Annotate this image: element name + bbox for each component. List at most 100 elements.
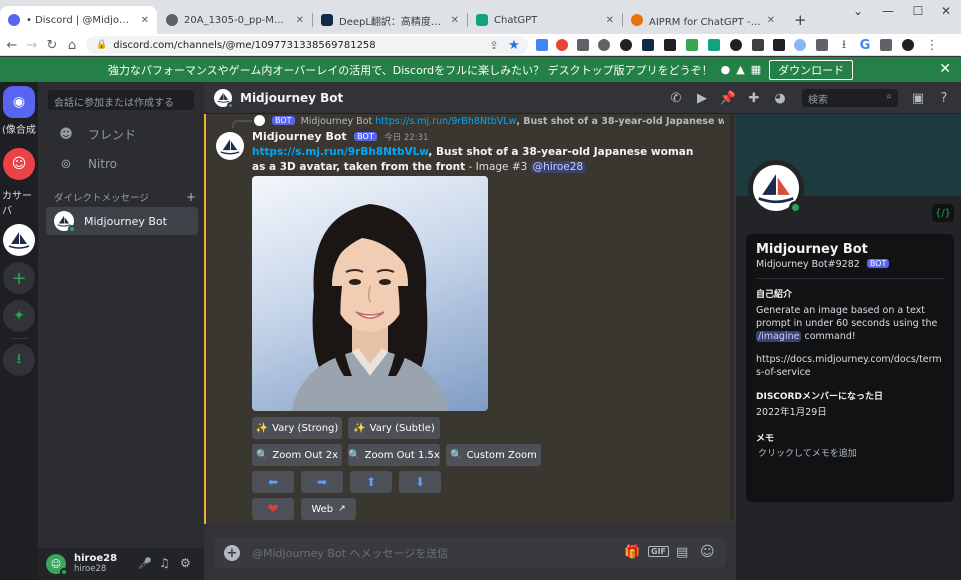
pan-left-button[interactable]: ⬅ bbox=[252, 471, 294, 493]
favorite-button[interactable]: ❤ bbox=[252, 498, 294, 520]
new-tab-button[interactable]: + bbox=[786, 6, 814, 34]
magic-wand-icon: ✨ bbox=[255, 422, 269, 434]
tab-deepl[interactable]: DeepL翻訳：高精度な翻訳ツール ✕ bbox=[313, 6, 467, 34]
extension-compass-icon[interactable] bbox=[730, 39, 742, 51]
bot-badge: BOT bbox=[272, 116, 295, 125]
url-text: discord.com/channels/@me/109773133856978… bbox=[113, 39, 376, 51]
server-image-synthesis[interactable]: (像合成 bbox=[0, 112, 38, 144]
headphones-icon[interactable]: ♫ bbox=[159, 556, 170, 570]
gif-icon[interactable]: GIF bbox=[648, 546, 670, 557]
close-window-button[interactable]: ✕ bbox=[928, 0, 961, 22]
video-call-icon[interactable]: ▶ bbox=[694, 90, 710, 106]
sticker-icon[interactable]: ▤ bbox=[676, 545, 688, 560]
profile-avatar[interactable] bbox=[748, 160, 804, 216]
zoom-out-1-5x-button[interactable]: 🔍 Zoom Out 1.5x bbox=[348, 444, 440, 466]
close-banner-icon[interactable]: ✕ bbox=[939, 61, 951, 77]
attach-plus-icon[interactable]: + bbox=[224, 545, 240, 561]
sidepanel-icon[interactable] bbox=[880, 39, 892, 51]
heart-icon: ❤ bbox=[267, 501, 279, 517]
message-input[interactable]: @Midjourney Bot へメッセージを送信 bbox=[252, 545, 448, 561]
terms-link[interactable]: https://docs.midjourney.com/docs/terms-o… bbox=[756, 353, 944, 379]
close-tab-icon[interactable]: ✕ bbox=[141, 15, 149, 26]
mute-icon[interactable]: 🎤 bbox=[138, 557, 152, 570]
extension-link-icon[interactable] bbox=[536, 39, 548, 51]
search-input[interactable]: 検索 ⌕ bbox=[802, 89, 898, 107]
tab-discord[interactable]: • Discord | @Midjourney Bot ✕ bbox=[0, 6, 157, 34]
pan-up-button[interactable]: ⬆ bbox=[350, 471, 392, 493]
extension-dots-icon[interactable] bbox=[752, 39, 764, 51]
generated-image[interactable] bbox=[252, 176, 488, 411]
server-midjourney[interactable] bbox=[3, 224, 35, 256]
forward-button[interactable]: → bbox=[24, 37, 40, 53]
download-button[interactable]: ダウンロード bbox=[769, 59, 854, 80]
explore-servers-button[interactable]: ✦ bbox=[3, 300, 35, 332]
find-conversation-input[interactable]: 会話に参加または作成する bbox=[48, 90, 194, 110]
reply-preview[interactable]: BOT Midjourney Bot https://s.mj.run/9rBh… bbox=[254, 115, 724, 127]
download-button[interactable]: ⭳ bbox=[836, 37, 852, 53]
sidebar-item-nitro[interactable]: ⊚ Nitro bbox=[46, 150, 198, 178]
add-friend-icon[interactable]: ✚ bbox=[746, 90, 762, 106]
extension-book-icon[interactable] bbox=[664, 39, 676, 51]
maximize-icon: ☐ bbox=[912, 4, 924, 18]
extension-mic-icon[interactable] bbox=[598, 39, 610, 51]
user-avatar[interactable]: ☺ bbox=[46, 554, 68, 576]
extension-square-icon[interactable] bbox=[773, 39, 785, 51]
close-tab-icon[interactable]: ✕ bbox=[451, 15, 459, 26]
bookmark-button[interactable]: ★ bbox=[506, 37, 522, 53]
dm-section-header: ダイレクトメッセージ + bbox=[54, 190, 196, 204]
extension-circle-icon[interactable] bbox=[620, 39, 632, 51]
create-dm-button[interactable]: + bbox=[186, 190, 196, 204]
download-apps-button[interactable]: ⭳ bbox=[3, 344, 35, 376]
reload-button[interactable]: ↻ bbox=[44, 37, 60, 53]
help-icon[interactable]: ? bbox=[936, 90, 952, 106]
custom-zoom-button[interactable]: 🔍 Custom Zoom bbox=[446, 444, 541, 466]
close-tab-icon[interactable]: ✕ bbox=[296, 15, 304, 26]
prompt-link[interactable]: https://s.mj.run/9rBh8NtbVLw bbox=[252, 146, 428, 158]
pan-down-button[interactable]: ⬇ bbox=[399, 471, 441, 493]
address-bar[interactable]: 🔒 discord.com/channels/@me/1097731338569… bbox=[86, 36, 528, 54]
extensions-puzzle-icon[interactable] bbox=[816, 39, 828, 51]
server-community[interactable]: カサーバ bbox=[0, 186, 38, 218]
user-mention[interactable]: @hiroe28 bbox=[530, 161, 586, 173]
tab-aiprm[interactable]: AIPRM for ChatGPT - Chrome ウ ✕ bbox=[623, 6, 783, 34]
extension-deepl-icon[interactable] bbox=[642, 39, 654, 51]
tab-image[interactable]: 20A_1305-0_pp-MS_R_cut.jpg (1 ✕ bbox=[158, 6, 312, 34]
message-composer[interactable]: + @Midjourney Bot へメッセージを送信 🎁 GIF ▤ ☺ bbox=[214, 538, 726, 568]
voice-call-icon[interactable]: ✆ bbox=[668, 90, 684, 106]
gift-icon[interactable]: 🎁 bbox=[624, 545, 640, 560]
server-robot[interactable]: ☺ bbox=[3, 148, 35, 180]
vary-subtle-button[interactable]: ✨ Vary (Subtle) bbox=[348, 417, 440, 439]
add-server-button[interactable]: + bbox=[3, 262, 35, 294]
settings-gear-icon[interactable]: ⚙ bbox=[180, 556, 191, 570]
about-text-part: command! bbox=[801, 331, 856, 342]
pan-right-button[interactable]: ➡ bbox=[301, 471, 343, 493]
dm-item-midjourney-bot[interactable]: Midjourney Bot bbox=[46, 207, 198, 235]
vary-strong-button[interactable]: ✨ Vary (Strong) bbox=[252, 417, 342, 439]
extension-chat-icon[interactable] bbox=[794, 39, 806, 51]
google-button[interactable]: G bbox=[857, 37, 873, 53]
share-button[interactable]: ⇪ bbox=[486, 37, 502, 53]
extension-chatgpt-icon[interactable] bbox=[708, 39, 720, 51]
sidebar-item-friends[interactable]: ☻ フレンド bbox=[46, 120, 198, 148]
back-button[interactable]: ← bbox=[4, 37, 20, 53]
extension-flask-icon[interactable] bbox=[556, 39, 568, 51]
message-avatar[interactable] bbox=[216, 132, 244, 160]
home-button[interactable]: ⌂ bbox=[64, 37, 80, 53]
zoom-out-2x-button[interactable]: 🔍 Zoom Out 2x bbox=[252, 444, 342, 466]
chrome-menu-button[interactable]: ⋮ bbox=[924, 37, 940, 53]
user-profile-icon[interactable]: ◕ bbox=[772, 90, 788, 106]
emoji-icon[interactable]: ☺ bbox=[700, 544, 715, 560]
web-link-button[interactable]: Web ↗ bbox=[301, 498, 356, 520]
pin-icon[interactable]: 📌 bbox=[720, 90, 736, 106]
profile-avatar-icon[interactable] bbox=[902, 39, 914, 51]
memo-input[interactable]: クリックしてメモを追加 bbox=[756, 448, 944, 461]
message-scrollbar[interactable] bbox=[730, 114, 734, 520]
extension-grid-icon[interactable] bbox=[686, 39, 698, 51]
inbox-icon[interactable]: ▣ bbox=[910, 90, 926, 106]
close-tab-icon[interactable]: ✕ bbox=[767, 15, 775, 26]
imagine-command[interactable]: /imagine bbox=[756, 331, 802, 342]
tab-chatgpt[interactable]: ChatGPT ✕ bbox=[468, 6, 622, 34]
close-tab-icon[interactable]: ✕ bbox=[606, 15, 614, 26]
message-author[interactable]: Midjourney Bot bbox=[252, 130, 347, 143]
extension-translate-icon[interactable] bbox=[577, 39, 589, 51]
